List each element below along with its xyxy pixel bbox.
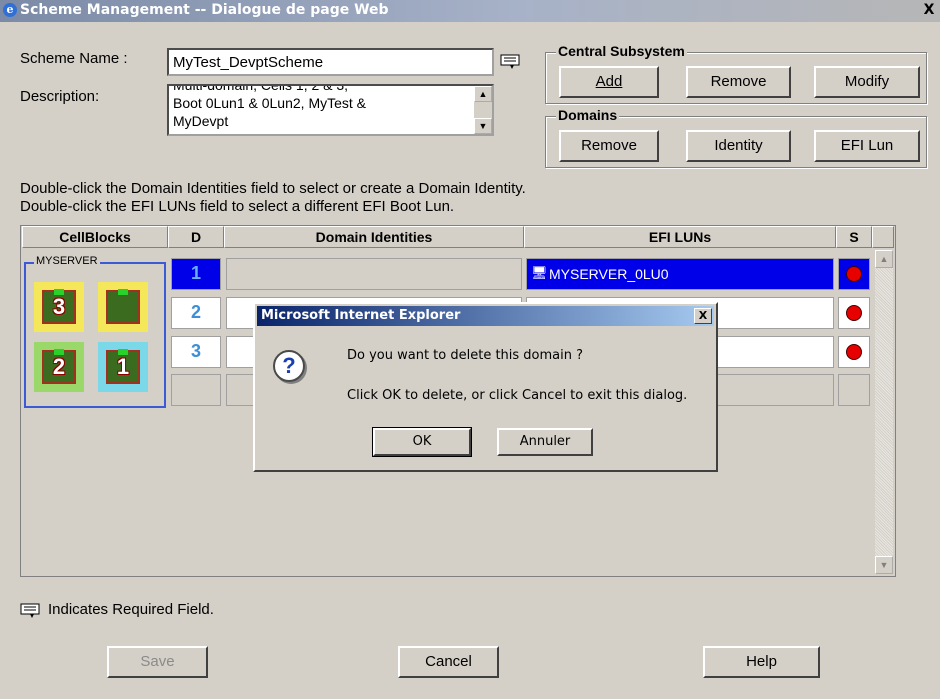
scheme-name-label: Scheme Name : bbox=[20, 50, 128, 67]
required-field-icon bbox=[20, 603, 40, 618]
row1-efi-value: MYSERVER_0LU0 bbox=[549, 266, 669, 282]
help-button-label: Help bbox=[746, 653, 777, 670]
add-button-label: Add bbox=[595, 73, 623, 90]
row4-d-cell[interactable] bbox=[171, 374, 221, 406]
window-title: Scheme Management -- Dialogue de page We… bbox=[20, 2, 389, 18]
cell-3[interactable]: 3 bbox=[34, 282, 84, 332]
identity-button[interactable]: Identity bbox=[686, 130, 791, 162]
scheme-name-value: MyTest_DevptScheme bbox=[173, 54, 324, 71]
row2-d-cell[interactable]: 2 bbox=[171, 297, 221, 329]
confirm-delete-dialog: Microsoft Internet Explorer X ? Do you w… bbox=[253, 302, 718, 472]
status-dot-icon bbox=[846, 266, 862, 282]
remove-domain-button[interactable]: Remove bbox=[559, 130, 659, 162]
instruction-line: Double-click the EFI LUNs field to selec… bbox=[20, 198, 455, 215]
efi-lun-button[interactable]: EFI Lun bbox=[814, 130, 920, 162]
domains-legend: Domains bbox=[556, 107, 620, 123]
cell-1[interactable]: 1 bbox=[98, 342, 148, 392]
col-header-domain-identities: Domain Identities bbox=[224, 226, 524, 248]
dialog-titlebar: Microsoft Internet Explorer X bbox=[257, 306, 714, 326]
description-label: Description: bbox=[20, 88, 100, 105]
dialog-close-button[interactable]: X bbox=[694, 308, 712, 324]
description-line: MyDevpt bbox=[173, 113, 229, 129]
status-dot-icon bbox=[846, 344, 862, 360]
lun-icon: 🖥 bbox=[531, 265, 548, 280]
modify-button[interactable]: Modify bbox=[814, 66, 920, 98]
help-button[interactable]: Help bbox=[703, 646, 820, 678]
row1-status-cell[interactable] bbox=[838, 258, 870, 290]
col-header-spacer bbox=[872, 226, 894, 248]
table-scrollbar[interactable]: ▲ ▼ bbox=[875, 250, 893, 574]
col-header-efi-luns: EFI LUNs bbox=[524, 226, 836, 248]
window-titlebar: e Scheme Management -- Dialogue de page … bbox=[0, 0, 940, 22]
cell-unassigned[interactable] bbox=[98, 282, 148, 332]
scroll-down-icon[interactable]: ▼ bbox=[875, 556, 893, 574]
scroll-up-icon[interactable]: ▲ bbox=[474, 86, 492, 102]
remove-subsystem-label: Remove bbox=[710, 73, 767, 90]
dialog-detail: Click OK to delete, or click Cancel to e… bbox=[347, 388, 688, 403]
row1-efi-cell[interactable]: 🖥 MYSERVER_0LU0 bbox=[526, 258, 834, 290]
row2-status-cell[interactable] bbox=[838, 297, 870, 329]
row3-d-cell[interactable]: 3 bbox=[171, 336, 221, 368]
cell-2[interactable]: 2 bbox=[34, 342, 84, 392]
dialog-ok-button[interactable]: OK bbox=[372, 427, 472, 457]
cellblock-label: MYSERVER bbox=[34, 255, 100, 267]
description-line: Multi-domain, Cells 1, 2 & 3, bbox=[173, 84, 349, 93]
instructions: Double-click the Domain Identities field… bbox=[20, 180, 526, 216]
dialog-ok-label: OK bbox=[412, 434, 432, 449]
description-scrollbar[interactable]: ▲ ▼ bbox=[474, 86, 492, 134]
instruction-line: Double-click the Domain Identities field… bbox=[20, 180, 526, 197]
add-button[interactable]: Add bbox=[559, 66, 659, 98]
row3-status-cell[interactable] bbox=[838, 336, 870, 368]
remove-subsystem-button[interactable]: Remove bbox=[686, 66, 791, 98]
dialog-title: Microsoft Internet Explorer bbox=[261, 308, 461, 323]
modify-button-label: Modify bbox=[844, 73, 890, 90]
dialog-question: Do you want to delete this domain ? bbox=[347, 348, 584, 363]
dialog-cancel-label: Annuler bbox=[519, 434, 571, 449]
cell-number: 3 bbox=[52, 294, 66, 319]
ie-logo-icon: e bbox=[3, 3, 17, 17]
dialog-cancel-button[interactable]: Annuler bbox=[497, 428, 593, 456]
required-field-icon bbox=[500, 54, 520, 69]
cellblock-group[interactable]: MYSERVER 3 2 1 bbox=[24, 255, 166, 408]
cancel-button-label: Cancel bbox=[425, 653, 472, 670]
description-textarea[interactable]: Multi-domain, Cells 1, 2 & 3, Boot 0Lun1… bbox=[167, 84, 494, 136]
identity-button-label: Identity bbox=[714, 137, 763, 154]
description-line: Boot 0Lun1 & 0Lun2, MyTest & bbox=[173, 95, 367, 111]
col-header-cellblocks: CellBlocks bbox=[22, 226, 168, 248]
col-header-s: S bbox=[836, 226, 872, 248]
remove-domain-label: Remove bbox=[581, 137, 637, 154]
window-close-button[interactable]: X bbox=[920, 1, 938, 19]
cancel-button[interactable]: Cancel bbox=[398, 646, 499, 678]
question-icon: ? bbox=[273, 350, 305, 382]
save-button[interactable]: Save bbox=[107, 646, 208, 678]
required-field-note: Indicates Required Field. bbox=[48, 601, 214, 618]
status-dot-icon bbox=[846, 305, 862, 321]
row1-d-cell[interactable]: 1 bbox=[171, 258, 221, 290]
save-button-label: Save bbox=[140, 653, 175, 670]
cell-number: 1 bbox=[116, 354, 130, 379]
row1-identity-cell[interactable] bbox=[226, 258, 522, 290]
central-subsystem-legend: Central Subsystem bbox=[556, 43, 687, 59]
scroll-up-icon[interactable]: ▲ bbox=[875, 250, 893, 268]
scheme-name-input[interactable]: MyTest_DevptScheme bbox=[167, 48, 494, 76]
scroll-down-icon[interactable]: ▼ bbox=[474, 118, 492, 134]
col-header-d: D bbox=[168, 226, 224, 248]
cell-number: 2 bbox=[52, 354, 66, 379]
efi-lun-button-label: EFI Lun bbox=[840, 137, 894, 154]
row4-status-cell[interactable] bbox=[838, 374, 870, 406]
